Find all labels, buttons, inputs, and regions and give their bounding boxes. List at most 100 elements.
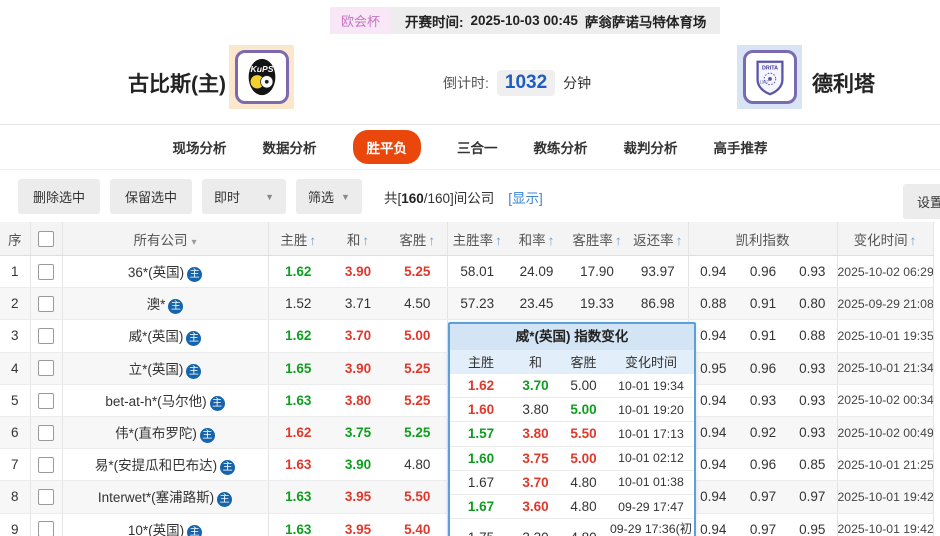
home-badge-icon: 主 (168, 299, 183, 314)
popup-odds-draw: 3.75 (512, 451, 559, 466)
popup-row: 1.753.304.8009-29 17:36(初指) (450, 518, 694, 536)
odds-away[interactable]: 5.25 (388, 384, 447, 416)
company-cell[interactable]: bet-at-h*(马尔他)主 (62, 384, 268, 416)
odds-home[interactable]: 1.63 (268, 481, 328, 513)
popup-header-time: 变化时间 (608, 352, 694, 371)
company-name[interactable]: 10*(英国) (128, 523, 184, 536)
row-checkbox[interactable] (38, 393, 54, 409)
tab-three-in-one[interactable]: 三合一 (457, 137, 498, 157)
row-checkbox[interactable] (38, 296, 54, 312)
odds-home[interactable]: 1.63 (268, 449, 328, 481)
popup-change-time: 10-01 01:38 (608, 475, 694, 489)
header-return-rate[interactable]: 返还率↑ (628, 222, 688, 256)
tab-expert-picks[interactable]: 高手推荐 (714, 137, 768, 157)
company-cell[interactable]: 澳*主 (62, 288, 268, 320)
company-name[interactable]: 伟*(直布罗陀) (115, 426, 197, 441)
header-home-rate[interactable]: 主胜率↑ (447, 222, 507, 256)
popup-row: 1.603.755.0010-01 02:12 (450, 446, 694, 470)
odds-away[interactable]: 5.25 (388, 256, 447, 288)
row-checkbox[interactable] (38, 489, 54, 505)
header-away-odds[interactable]: 客胜↑ (388, 222, 447, 256)
instant-odds-dropdown[interactable]: 即时 ▼ (202, 179, 286, 214)
popup-header-away: 客胜 (559, 352, 608, 371)
company-cell[interactable]: 威*(英国)主 (62, 320, 268, 352)
company-cell[interactable]: 易*(安提瓜和巴布达)主 (62, 449, 268, 481)
odds-draw[interactable]: 3.80 (328, 384, 388, 416)
row-index: 2 (0, 288, 30, 320)
filter-dropdown[interactable]: 筛选 ▼ (296, 179, 362, 214)
header-draw-odds[interactable]: 和↑ (328, 222, 388, 256)
company-name[interactable]: 澳* (147, 297, 166, 312)
tab-live-analysis[interactable]: 现场分析 (173, 137, 227, 157)
row-checkbox[interactable] (38, 264, 54, 280)
keep-selected-button[interactable]: 保留选中 (110, 179, 192, 214)
odds-draw[interactable]: 3.71 (328, 288, 388, 320)
row-checkbox[interactable] (38, 328, 54, 344)
popup-odds-away: 4.80 (559, 499, 608, 514)
odds-away[interactable]: 5.00 (388, 320, 447, 352)
kelly-3: 0.93 (788, 384, 837, 416)
delete-selected-button[interactable]: 删除选中 (18, 179, 100, 214)
odds-draw[interactable]: 3.90 (328, 256, 388, 288)
kelly-3: 0.95 (788, 513, 837, 536)
popup-odds-draw: 3.80 (512, 426, 559, 441)
company-cell[interactable]: Interwet*(塞浦路斯)主 (62, 481, 268, 513)
row-checkbox[interactable] (38, 425, 54, 441)
odds-away[interactable]: 5.40 (388, 513, 447, 536)
row-checkbox[interactable] (38, 457, 54, 473)
tab-coach-analysis[interactable]: 教练分析 (534, 137, 588, 157)
odds-draw[interactable]: 3.70 (328, 320, 388, 352)
settings-button[interactable]: 设置/选择 (903, 184, 940, 219)
odds-home[interactable]: 1.52 (268, 288, 328, 320)
odds-draw[interactable]: 3.90 (328, 449, 388, 481)
odds-home[interactable]: 1.62 (268, 320, 328, 352)
odds-draw[interactable]: 3.90 (328, 352, 388, 384)
company-name[interactable]: 立*(英国) (129, 362, 184, 377)
odds-home[interactable]: 1.62 (268, 256, 328, 288)
odds-home[interactable]: 1.63 (268, 384, 328, 416)
header-change-time[interactable]: 变化时间↑ (837, 222, 933, 256)
kelly-2: 0.96 (738, 256, 788, 288)
company-cell[interactable]: 36*(英国)主 (62, 256, 268, 288)
odds-away[interactable]: 5.25 (388, 352, 447, 384)
home-badge-icon: 主 (187, 525, 202, 536)
odds-away[interactable]: 5.25 (388, 416, 447, 448)
odds-away[interactable]: 4.80 (388, 449, 447, 481)
tab-data-analysis[interactable]: 数据分析 (263, 137, 317, 157)
away-team-name: 德利塔 (812, 68, 875, 98)
row-checkbox-cell (30, 352, 62, 384)
odds-draw[interactable]: 3.75 (328, 416, 388, 448)
tab-referee-analysis[interactable]: 裁判分析 (624, 137, 678, 157)
tab-win-draw-lose[interactable]: 胜平负 (353, 130, 422, 164)
kelly-3: 0.85 (788, 449, 837, 481)
company-cell[interactable]: 伟*(直布罗陀)主 (62, 416, 268, 448)
odds-home[interactable]: 1.62 (268, 416, 328, 448)
countdown-unit: 分钟 (563, 73, 591, 93)
select-all-checkbox[interactable] (38, 231, 54, 247)
company-name[interactable]: 易*(安提瓜和巴布达) (95, 458, 217, 473)
row-checkbox[interactable] (38, 360, 54, 376)
popup-change-time: 10-01 02:12 (608, 451, 694, 465)
row-checkbox[interactable] (38, 521, 54, 536)
header-company[interactable]: 所有公司▾ (62, 222, 268, 256)
odds-away[interactable]: 4.50 (388, 288, 447, 320)
dropdown-arrow-icon: ▼ (265, 192, 274, 202)
odds-home[interactable]: 1.65 (268, 352, 328, 384)
away-rate: 19.33 (566, 288, 628, 320)
odds-home[interactable]: 1.63 (268, 513, 328, 536)
popup-odds-home: 1.62 (450, 378, 512, 393)
company-name[interactable]: Interwet*(塞浦路斯) (98, 490, 214, 505)
company-name[interactable]: 36*(英国) (128, 265, 184, 280)
show-link[interactable]: [显示] (508, 187, 543, 207)
odds-draw[interactable]: 3.95 (328, 513, 388, 536)
filter-dropdown-label: 筛选 (308, 187, 334, 206)
odds-draw[interactable]: 3.95 (328, 481, 388, 513)
company-cell[interactable]: 10*(英国)主 (62, 513, 268, 536)
company-cell[interactable]: 立*(英国)主 (62, 352, 268, 384)
header-home-odds[interactable]: 主胜↑ (268, 222, 328, 256)
header-away-rate[interactable]: 客胜率↑ (566, 222, 628, 256)
odds-away[interactable]: 5.50 (388, 481, 447, 513)
company-name[interactable]: 威*(英国) (129, 329, 184, 344)
header-draw-rate[interactable]: 和率↑ (507, 222, 566, 256)
company-name[interactable]: bet-at-h*(马尔他) (105, 394, 206, 409)
